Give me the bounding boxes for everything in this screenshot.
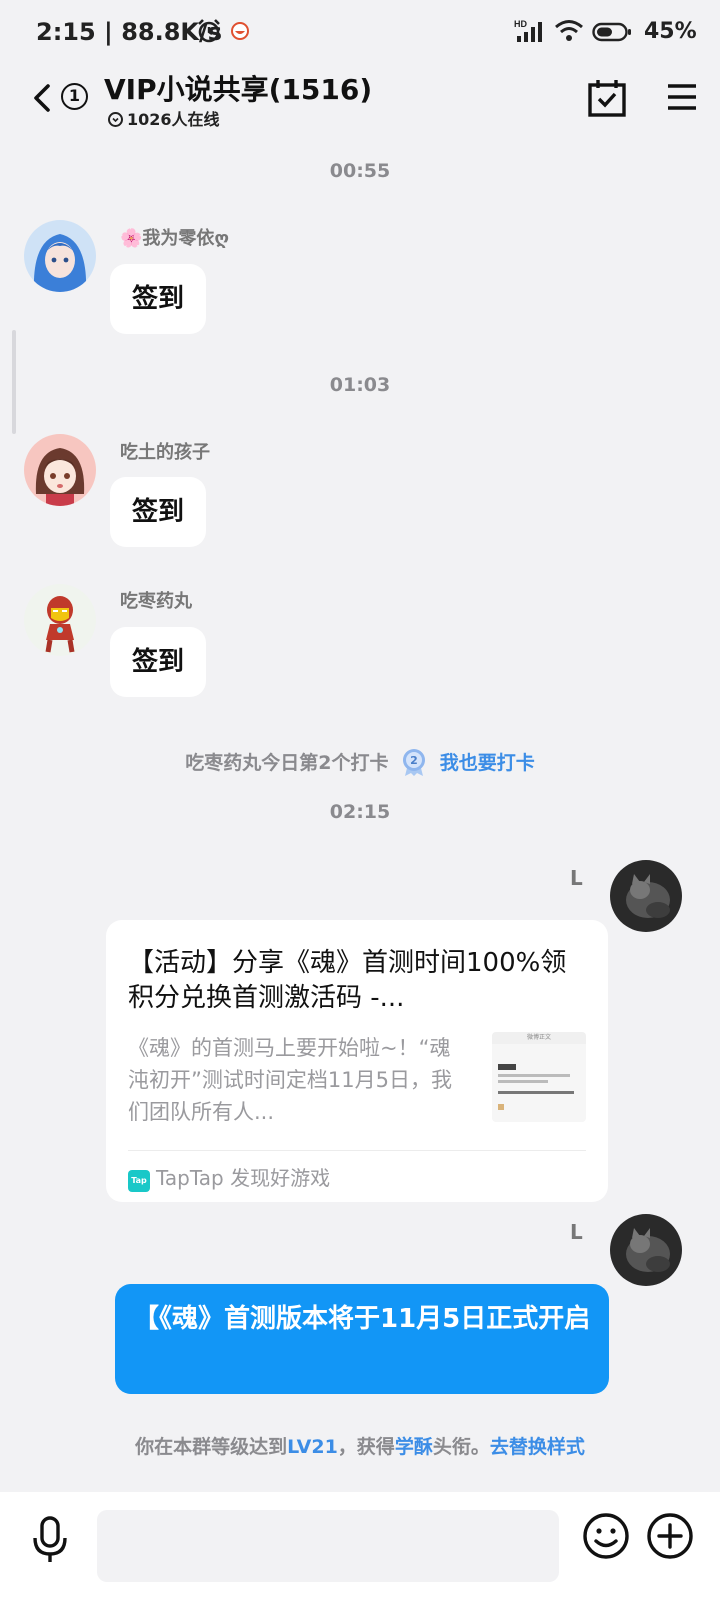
unread-count-badge[interactable]: 1 — [61, 83, 88, 110]
microphone-icon — [33, 1516, 67, 1562]
timestamp: 00:55 — [329, 160, 391, 182]
chevron-down-circle-icon — [108, 112, 123, 127]
message-bubble[interactable]: 签到 — [110, 264, 206, 334]
emoji-button[interactable] — [582, 1512, 630, 1560]
checkin-text: 吃枣药丸今日第2个打卡 — [185, 752, 389, 774]
level-title: 学酥 — [394, 1436, 433, 1458]
my-avatar[interactable] — [610, 1214, 682, 1286]
avatar[interactable] — [24, 584, 96, 656]
hamburger-menu-icon — [668, 84, 696, 110]
card-title: 【活动】分享《魂》首测时间100%领积分兑换首测激活码 -... — [128, 948, 567, 1013]
my-name: L — [570, 866, 583, 890]
sender-name[interactable]: 吃枣药丸 — [120, 587, 192, 613]
status-time: 2:15 | 88.8K/s — [36, 18, 223, 46]
card-source-text: TapTap 发现好游戏 — [156, 1166, 331, 1190]
level-note-prefix: 你在本群等级达到 — [135, 1436, 288, 1458]
my-message-bubble[interactable]: 【《魂》首测版本将于11月5日正式开启 — [115, 1284, 609, 1394]
wifi-icon — [554, 18, 584, 48]
battery-icon — [592, 22, 632, 46]
chevron-left-icon — [34, 84, 50, 112]
avatar[interactable] — [24, 434, 96, 506]
signal-icon: HD — [514, 18, 548, 48]
online-count-text: 1026人在线 — [127, 110, 220, 129]
my-name: L — [570, 1220, 583, 1244]
app-notification-icon — [231, 22, 249, 44]
voice-button[interactable] — [30, 1514, 70, 1566]
card-thumbnail: 微博正文 — [492, 1032, 586, 1122]
my-avatar[interactable] — [610, 860, 682, 932]
signal-hd-label: HD — [514, 19, 527, 29]
card-divider — [128, 1150, 586, 1151]
smiley-icon — [583, 1513, 629, 1559]
checkin-calendar-button[interactable] — [588, 78, 626, 118]
card-description: 《魂》的首测马上要开始啦~！“魂沌初开”测试时间定档11月5日，我们团队所有人.… — [128, 1036, 452, 1124]
change-style-link[interactable]: 去替换样式 — [490, 1436, 585, 1458]
shared-link-card[interactable]: 【活动】分享《魂》首测时间100%领积分兑换首测激活码 -... 《魂》的首测马… — [106, 920, 608, 1202]
message-input[interactable] — [97, 1510, 559, 1582]
sender-name[interactable]: 🌸我为零依ღ — [120, 224, 229, 250]
status-bar: 2:15 | 88.8K/s HD 45% — [0, 0, 720, 64]
group-title[interactable]: VIP小说共享(1516) — [104, 68, 372, 108]
battery-level: 45% — [644, 19, 697, 44]
online-count[interactable]: 1026人在线 — [108, 106, 220, 130]
avatar[interactable] — [24, 220, 96, 292]
back-button[interactable] — [28, 78, 58, 118]
timestamp: 01:03 — [329, 374, 391, 396]
medal-icon: 2 — [401, 748, 427, 776]
thumbnail-header: 微博正文 — [492, 1032, 586, 1044]
card-source: Tap TapTap 发现好游戏 — [128, 1162, 330, 1192]
plus-circle-icon — [647, 1513, 693, 1559]
message-bubble[interactable]: 签到 — [110, 627, 206, 697]
medal-number: 2 — [410, 754, 418, 767]
more-actions-button[interactable] — [646, 1512, 694, 1560]
checkin-action-link[interactable]: 我也要打卡 — [440, 752, 535, 774]
level-up-notice: 你在本群等级达到LV21，获得学酥头衔。去替换样式 — [0, 1432, 720, 1459]
message-bubble[interactable]: 签到 — [110, 477, 206, 547]
sender-name[interactable]: 吃土的孩子 — [120, 438, 210, 464]
level-note-mid: ，获得 — [337, 1436, 395, 1458]
chat-header: 1 VIP小说共享(1516) 1026人在线 — [0, 64, 720, 142]
message-input-bar — [0, 1492, 720, 1600]
level-note-suffix: 头衔。 — [432, 1436, 490, 1458]
calendar-check-icon — [588, 80, 626, 117]
checkin-notice: 吃枣药丸今日第2个打卡 2 我也要打卡 — [0, 748, 720, 776]
taptap-logo-icon: Tap — [128, 1170, 150, 1192]
menu-button[interactable] — [666, 82, 698, 112]
alarm-clock-icon — [196, 18, 222, 48]
level-badge: LV21 — [287, 1436, 338, 1458]
timestamp: 02:15 — [329, 801, 391, 823]
